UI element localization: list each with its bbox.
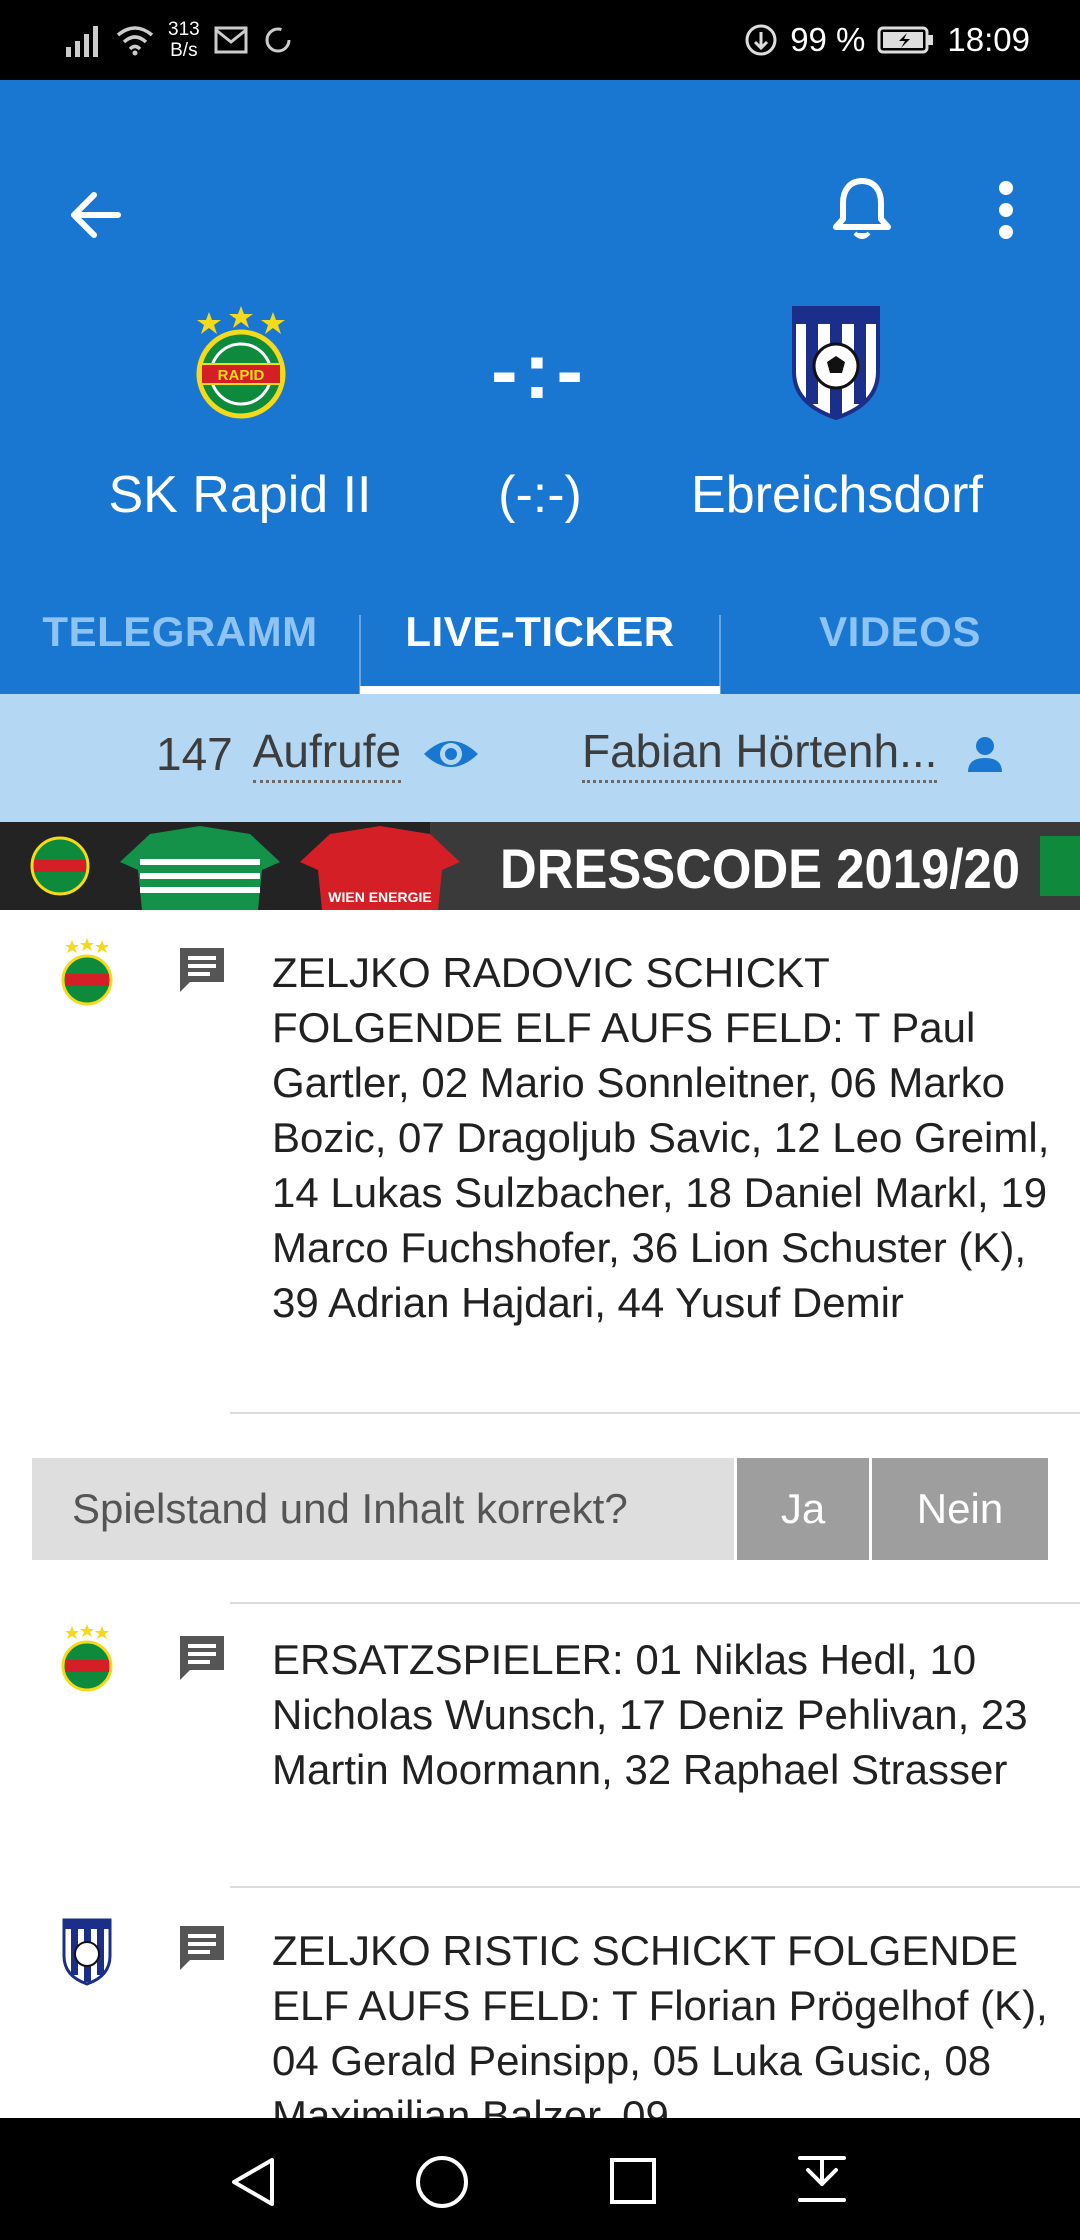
home-team-logo[interactable]: RAPID xyxy=(181,302,301,422)
divider xyxy=(230,1886,1080,1888)
comment-icon xyxy=(180,1926,224,1970)
nav-notifications-icon[interactable] xyxy=(796,2154,848,2208)
ticker-entry-text: ERSATZSPIELER: 01 Niklas Hedl, 10 Nichol… xyxy=(272,1636,1028,1793)
signal-icon xyxy=(66,26,98,57)
comment-icon xyxy=(180,948,224,992)
author[interactable]: Fabian Hörtenh... xyxy=(582,724,1005,783)
home-team-name[interactable]: SK Rapid II xyxy=(40,465,440,525)
clock: 18:09 xyxy=(947,21,1030,58)
views-number: 147 xyxy=(156,727,233,780)
ticker-entry-text: ZELJKO RISTIC SCHICKT FOLGENDE ELF AUFS … xyxy=(272,1927,1048,2139)
divider xyxy=(230,1602,1080,1604)
app-screen: 313 B/s 99 % 18:09 RAPID SK Rapid II -:-… xyxy=(0,0,1080,2240)
wifi-icon xyxy=(116,26,154,56)
net-speed-unit: B/s xyxy=(170,40,198,61)
match-header: RAPID SK Rapid II -:- (-:-) Ebreichsdorf… xyxy=(0,80,1080,695)
banner-text: DRESSCODE 2019/20 xyxy=(500,837,1020,900)
feedback-bar: Spielstand und Inhalt korrekt? Ja Nein xyxy=(32,1458,1048,1560)
svg-text:RAPID: RAPID xyxy=(218,367,265,384)
notification-button[interactable] xyxy=(822,170,902,250)
feedback-yes-button[interactable]: Ja xyxy=(737,1458,869,1560)
nav-back-icon[interactable] xyxy=(228,2156,280,2208)
views-count: 147 Aufrufe xyxy=(156,724,481,783)
mail-icon xyxy=(214,26,248,54)
comment-icon xyxy=(180,1636,224,1680)
back-button[interactable] xyxy=(56,175,136,255)
feedback-question: Spielstand und Inhalt korrekt? xyxy=(32,1458,734,1560)
away-team-name[interactable]: Ebreichsdorf xyxy=(637,465,1037,525)
bell-icon xyxy=(833,178,891,239)
home-team-logo-small xyxy=(61,1624,113,1692)
sync-icon xyxy=(265,27,291,53)
away-team-logo-small xyxy=(62,1918,112,1986)
info-bar: 147 Aufrufe Fabian Hörtenh... xyxy=(0,694,1080,822)
net-speed: 313 B/s xyxy=(168,19,200,61)
half-time-score: (-:-) xyxy=(498,466,582,524)
nav-home-icon[interactable] xyxy=(414,2154,470,2210)
person-icon xyxy=(968,736,1003,772)
score: -:- xyxy=(491,326,589,415)
battery-level: 99 % xyxy=(790,21,866,58)
home-team-logo-small xyxy=(61,938,113,1006)
ad-banner[interactable]: WIEN ENERGIE DRESSCODE 2019/20 xyxy=(0,822,1080,910)
more-vert-icon xyxy=(999,181,1013,239)
nav-recents-icon[interactable] xyxy=(608,2156,658,2206)
views-label: Aufrufe xyxy=(252,724,402,783)
banner-image: WIEN ENERGIE DRESSCODE 2019/20 xyxy=(0,822,1080,910)
author-name[interactable]: Fabian Hörtenh... xyxy=(582,724,938,783)
back-arrow-icon xyxy=(71,192,121,238)
tab-live-ticker[interactable]: LIVE-TICKER xyxy=(360,570,720,694)
eye-icon xyxy=(424,740,479,767)
banner-jersey-text: WIEN ENERGIE xyxy=(328,889,431,905)
more-options-button[interactable] xyxy=(966,170,1046,250)
tab-indicator xyxy=(360,686,720,694)
net-speed-value: 313 xyxy=(168,19,200,40)
away-team-logo[interactable] xyxy=(776,302,896,422)
feedback-no-button[interactable]: Nein xyxy=(872,1458,1048,1560)
ticker-entry-text: ZELJKO RADOVIC SCHICKT FOLGENDE ELF AUFS… xyxy=(272,949,1050,1326)
status-bar: 313 B/s 99 % 18:09 xyxy=(0,0,1080,80)
system-nav-bar xyxy=(0,2118,1080,2240)
battery-icon xyxy=(877,26,934,54)
divider xyxy=(230,1412,1080,1414)
tab-videos[interactable]: VIDEOS xyxy=(720,570,1080,694)
data-saver-icon xyxy=(745,24,777,56)
tab-telegramm[interactable]: TELEGRAMM xyxy=(0,570,360,694)
tab-bar: TELEGRAMM LIVE-TICKER VIDEOS xyxy=(0,570,1080,695)
